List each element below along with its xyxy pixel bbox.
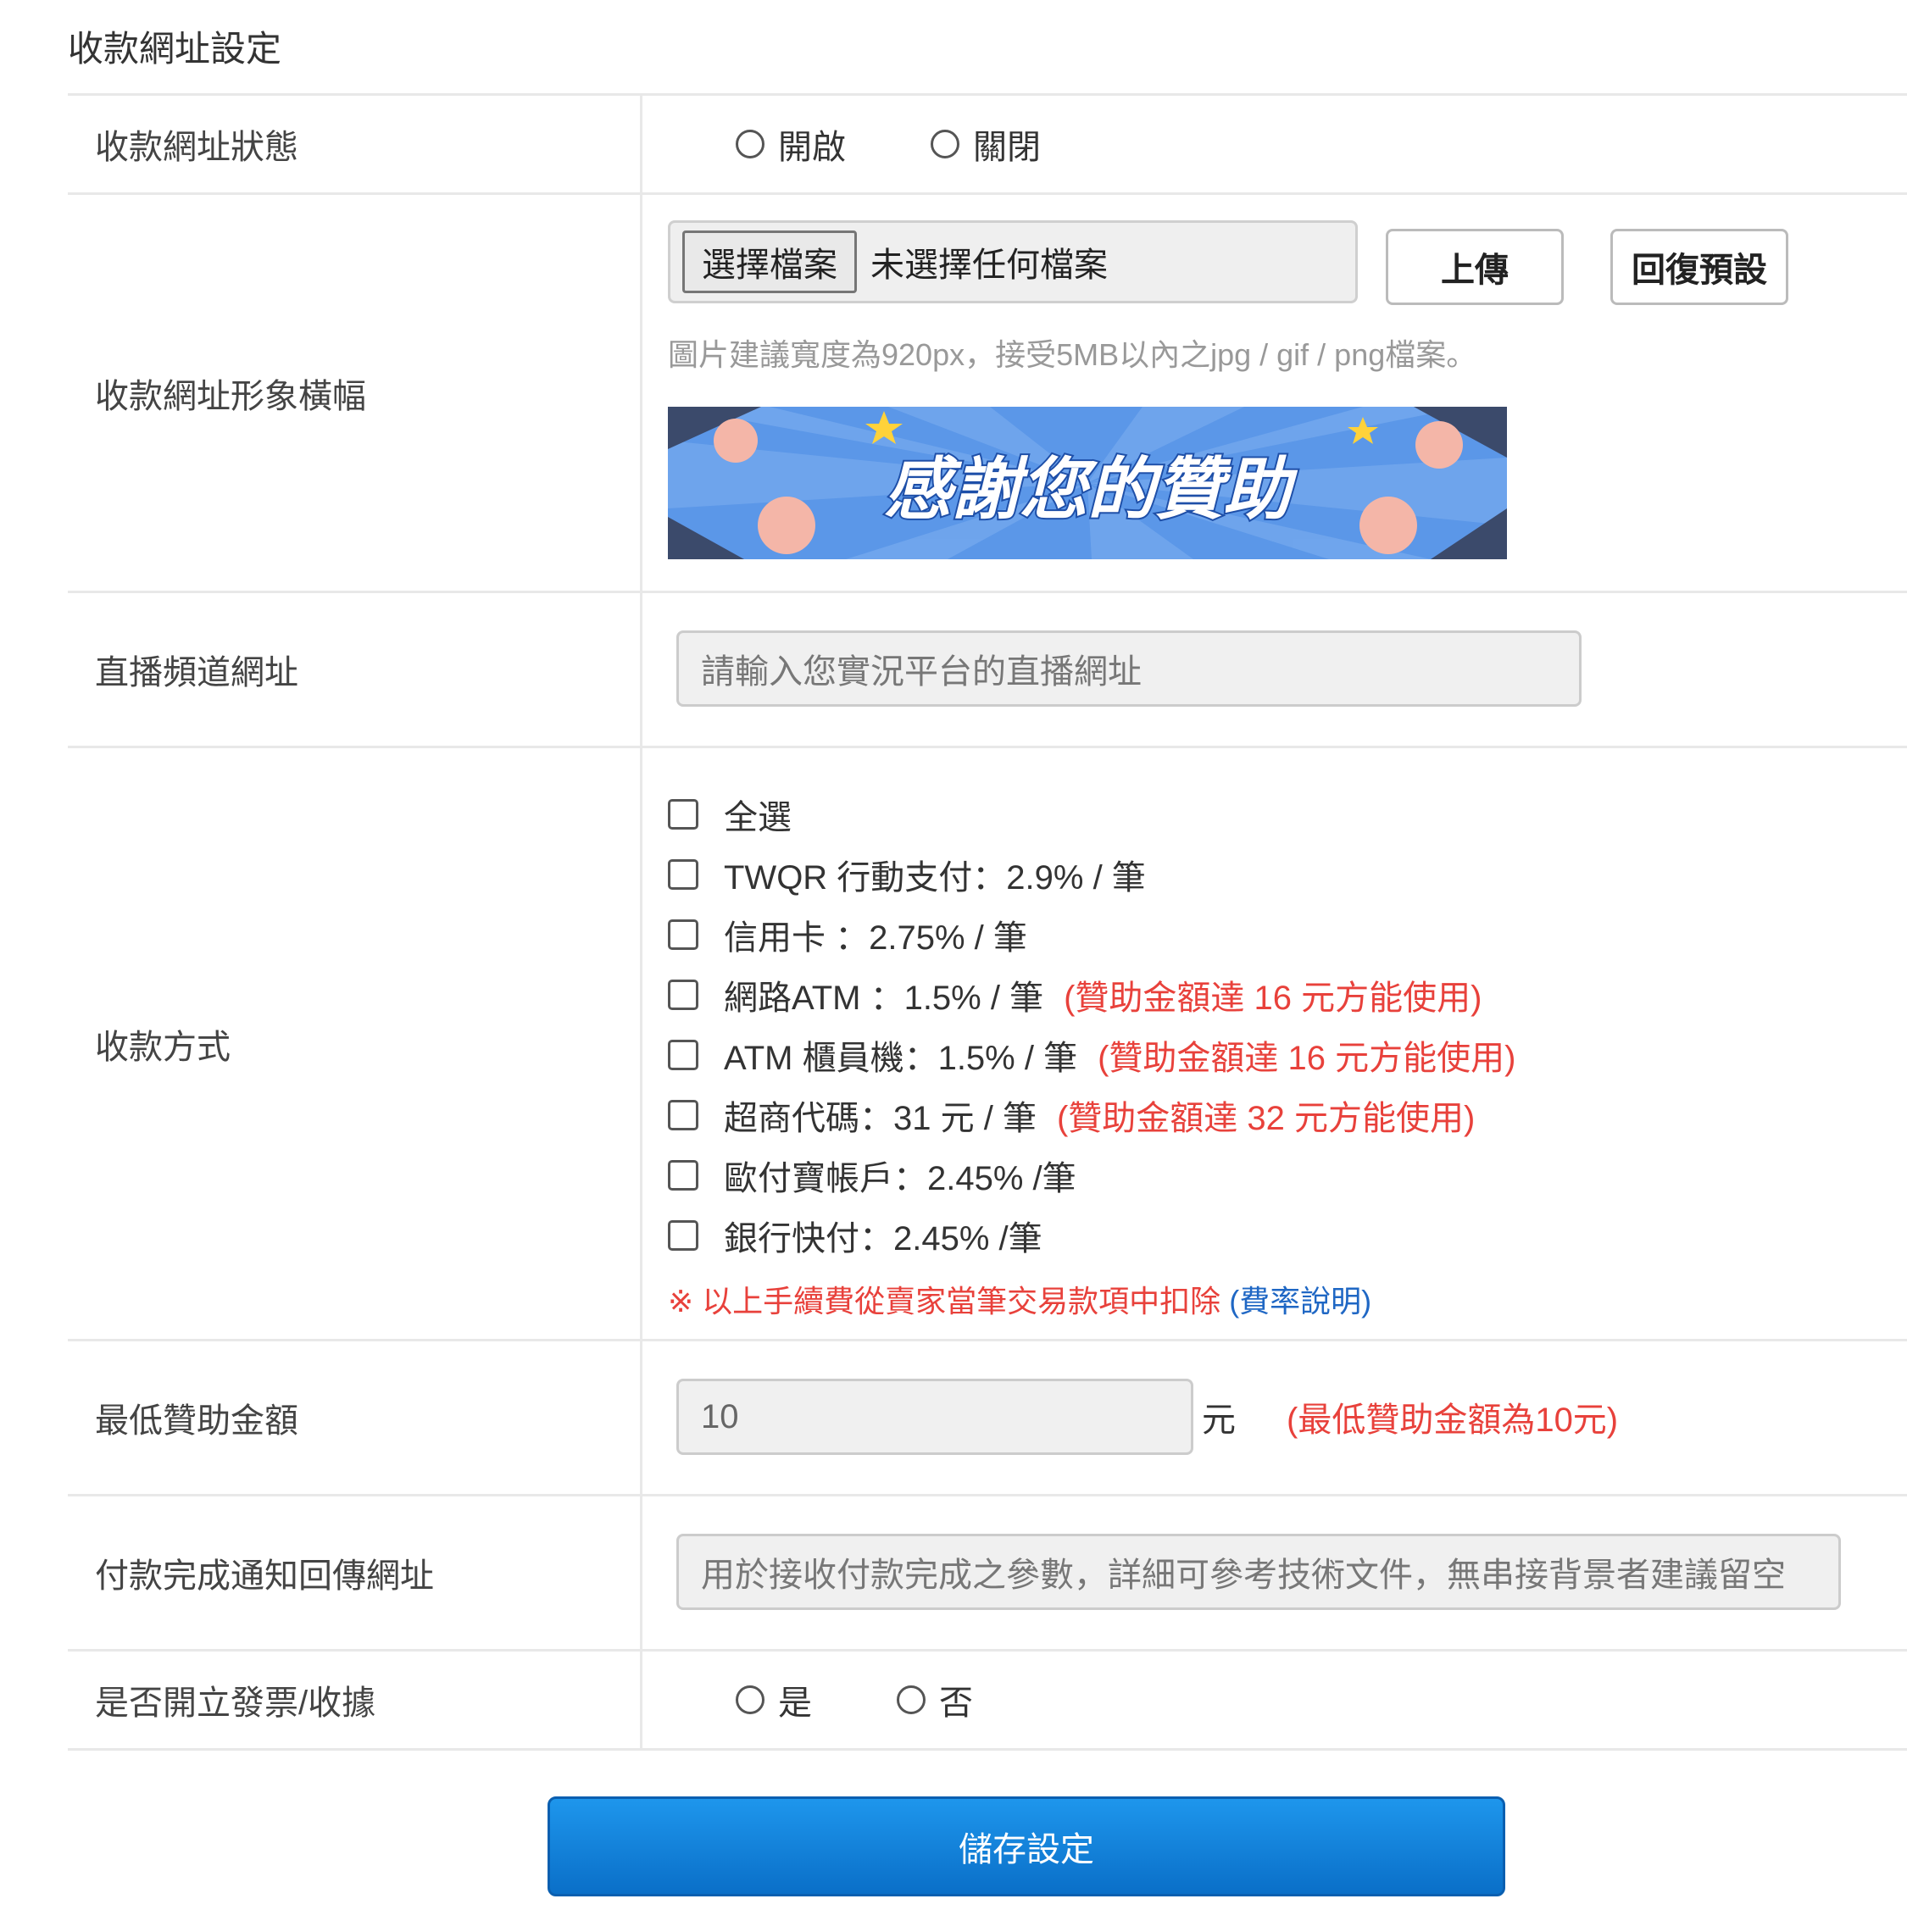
min-amount-unit: 元: [1202, 1402, 1236, 1439]
payment-item-label: 歐付寶帳戶：2.45% /筆: [724, 1159, 1076, 1197]
payment-methods-label: 收款方式: [68, 748, 642, 1339]
row-invoice: 是否開立發票/收據 是 否: [68, 1652, 1907, 1751]
fee-note-text: ※ 以上手續費從賣家當筆交易款項中扣除: [668, 1284, 1221, 1319]
payment-item-label: 信用卡 ：2.75% / 筆: [724, 919, 1027, 957]
payment-item-twqr[interactable]: TWQR 行動支付：2.9% / 筆: [668, 844, 1907, 904]
checkbox-icon[interactable]: [668, 1099, 698, 1130]
callback-url-input[interactable]: 用於接收付款完成之參數，詳細可參考技術文件，無串接背景者建議留空: [676, 1534, 1841, 1610]
live-url-label: 直播頻道網址: [68, 593, 642, 746]
callback-url-label: 付款完成通知回傳網址: [68, 1496, 642, 1649]
row-status: 收款網址狀態 開啟 關閉: [68, 96, 1907, 195]
payment-item-label: 銀行快付：2.45% /筆: [724, 1219, 1042, 1257]
checkbox-icon[interactable]: [668, 919, 698, 950]
checkbox-icon[interactable]: [668, 1039, 698, 1070]
invoice-no-option[interactable]: 否: [897, 1675, 973, 1724]
row-callback-url: 付款完成通知回傳網址 用於接收付款完成之參數，詳細可參考技術文件，無串接背景者建…: [68, 1496, 1907, 1652]
payment-item-note: (贊助金額達 16 元方能使用): [1098, 1039, 1516, 1077]
invoice-yes-option[interactable]: 是: [736, 1675, 812, 1724]
invoice-yes-label: 是: [778, 1685, 812, 1722]
section-title: 收款網址設定: [68, 29, 282, 69]
payment-item-select-all[interactable]: 全選: [668, 784, 1907, 844]
radio-icon[interactable]: [931, 130, 959, 158]
min-amount-label: 最低贊助金額: [68, 1341, 642, 1494]
payment-item-label: TWQR 行動支付：2.9% / 筆: [724, 858, 1146, 897]
checkbox-icon[interactable]: [668, 1159, 698, 1191]
row-live-url: 直播頻道網址 請輸入您實況平台的直播網址: [68, 593, 1907, 748]
payment-item-credit-card[interactable]: 信用卡 ：2.75% / 筆: [668, 904, 1907, 964]
payment-item-atm[interactable]: ATM 櫃員機：1.5% / 筆 (贊助金額達 16 元方能使用): [668, 1024, 1907, 1085]
min-amount-input[interactable]: 10: [676, 1379, 1193, 1455]
payment-item-label: ATM 櫃員機：1.5% / 筆: [724, 1039, 1078, 1077]
payment-url-settings-page: 收款網址設定 收款網址狀態 開啟 關閉 收款網址形象橫幅 選擇檔案 未選擇任何檔…: [0, 0, 1907, 1932]
file-input[interactable]: 選擇檔案 未選擇任何檔案: [668, 220, 1358, 303]
settings-form: 收款網址狀態 開啟 關閉 收款網址形象橫幅 選擇檔案 未選擇任何檔案 上傳 回復…: [68, 93, 1907, 1751]
payment-item-label: 網路ATM ：1.5% / 筆: [724, 979, 1044, 1017]
status-open-label: 開啟: [778, 129, 846, 166]
fee-info-link[interactable]: (費率說明): [1229, 1284, 1371, 1319]
upload-button[interactable]: 上傳: [1386, 229, 1564, 305]
payment-item-bank-quick-pay[interactable]: 銀行快付：2.45% /筆: [668, 1205, 1907, 1265]
status-radio-group: 開啟 關閉: [642, 96, 1907, 192]
checkbox-icon[interactable]: [668, 858, 698, 890]
payment-item-label: 全選: [724, 798, 792, 836]
row-payment-methods: 收款方式 全選 TWQR 行動支付：2.9% / 筆 信用卡 ：2.75% / …: [68, 748, 1907, 1341]
status-closed-option[interactable]: 關閉: [931, 119, 1041, 169]
checkbox-icon[interactable]: [668, 979, 698, 1010]
live-url-input[interactable]: 請輸入您實況平台的直播網址: [676, 630, 1582, 707]
invoice-radio-group: 是 否: [642, 1652, 1907, 1748]
radio-icon[interactable]: [897, 1685, 926, 1714]
status-open-option[interactable]: 開啟: [736, 119, 846, 169]
payment-item-note: (贊助金額達 32 元方能使用): [1056, 1099, 1476, 1137]
row-banner: 收款網址形象橫幅 選擇檔案 未選擇任何檔案 上傳 回復預設 圖片建議寬度為920…: [68, 195, 1907, 593]
reset-default-button[interactable]: 回復預設: [1610, 229, 1788, 305]
status-label: 收款網址狀態: [68, 96, 642, 192]
checkbox-icon[interactable]: [668, 1219, 698, 1251]
payment-item-note: (贊助金額達 16 元方能使用): [1064, 979, 1482, 1017]
radio-icon[interactable]: [736, 1685, 764, 1714]
file-name-text: 未選擇任何檔案: [870, 247, 1108, 284]
fee-note: ※ 以上手續費從賣家當筆交易款項中扣除 (費率說明): [668, 1277, 1907, 1321]
checkbox-icon[interactable]: [668, 798, 698, 830]
banner-label: 收款網址形象橫幅: [68, 195, 642, 591]
choose-file-button[interactable]: 選擇檔案: [682, 230, 857, 293]
min-amount-note: (最低贊助金額為10元): [1287, 1402, 1619, 1439]
payment-item-label: 超商代碼：31 元 / 筆: [724, 1099, 1037, 1137]
payment-method-list: 全選 TWQR 行動支付：2.9% / 筆 信用卡 ：2.75% / 筆 網路A…: [642, 748, 1907, 1321]
banner-graphic: 感謝您的贊助: [668, 407, 1507, 559]
payment-item-web-atm[interactable]: 網路ATM ：1.5% / 筆 (贊助金額達 16 元方能使用): [668, 964, 1907, 1024]
row-min-amount: 最低贊助金額 10 元 (最低贊助金額為10元): [68, 1341, 1907, 1496]
radio-icon[interactable]: [736, 130, 764, 158]
banner-image: 感謝您的贊助: [668, 407, 1507, 559]
banner-text: 感謝您的贊助: [884, 450, 1298, 529]
banner-hint: 圖片建議寬度為920px，接受5MB以內之jpg / gif / png檔案。: [668, 337, 1477, 372]
status-closed-label: 關閉: [973, 129, 1041, 166]
save-settings-button[interactable]: 儲存設定: [548, 1796, 1505, 1896]
payment-item-allpay-account[interactable]: 歐付寶帳戶：2.45% /筆: [668, 1145, 1907, 1205]
payment-item-convenience-store[interactable]: 超商代碼：31 元 / 筆 (贊助金額達 32 元方能使用): [668, 1085, 1907, 1145]
invoice-no-label: 否: [939, 1685, 973, 1722]
invoice-label: 是否開立發票/收據: [68, 1652, 642, 1748]
